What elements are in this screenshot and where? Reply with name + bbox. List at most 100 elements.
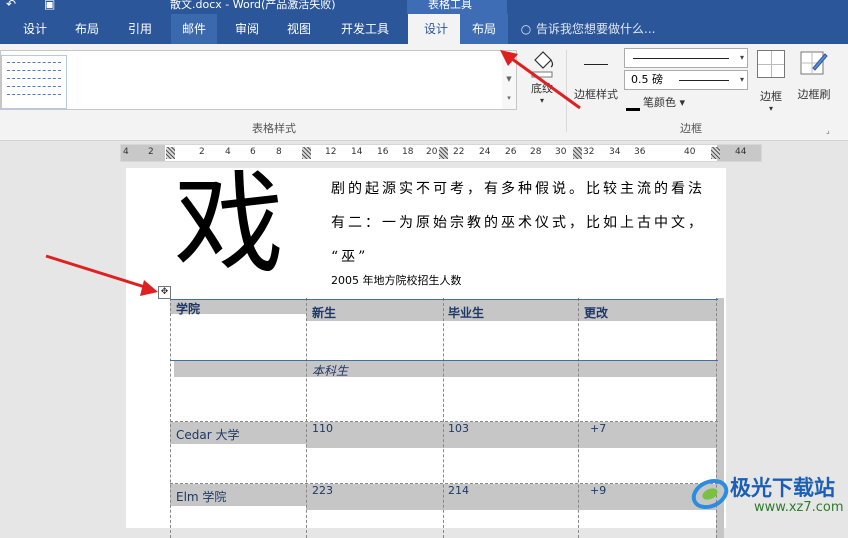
ruler-tick: 4 <box>123 147 129 157</box>
table-border <box>170 299 718 300</box>
column-marker[interactable] <box>439 147 448 159</box>
table-cell[interactable]: 103 <box>448 422 469 435</box>
watermark: 极光下载站 www.xz7.com <box>690 468 848 523</box>
table-header-cell[interactable]: 学院 <box>176 300 200 317</box>
table-border <box>170 360 718 361</box>
table-gridline <box>170 421 718 422</box>
column-marker[interactable] <box>711 147 720 159</box>
tell-me-text: 告诉我您想要做什么... <box>536 22 656 36</box>
tab-review[interactable]: 审阅 <box>224 14 270 44</box>
border-painter-button[interactable]: 边框刷 <box>794 50 834 102</box>
ribbon-panel: ▲ ▼ ▾ 表格样式 底纹 ▾ 边框样式 ▾ 0.5 磅 ▾ 笔颜色 ▾ 边框 … <box>0 44 848 141</box>
table-style-gallery[interactable] <box>0 50 504 110</box>
borders-button[interactable]: 边框 ▾ <box>754 50 788 113</box>
tab-table-layout[interactable]: 布局 <box>460 14 508 44</box>
table-subheader-cell[interactable]: 本科生 <box>312 362 348 379</box>
tab-design[interactable]: 设计 <box>12 14 58 44</box>
drop-cap: 戏 <box>174 160 284 288</box>
scroll-down-icon[interactable]: ▼ <box>502 70 516 89</box>
paint-bucket-icon <box>531 51 554 78</box>
ruler-tick: 14 <box>351 147 363 157</box>
tab-references[interactable]: 引用 <box>117 14 163 44</box>
ruler-tick: 26 <box>505 147 517 157</box>
ruler-tick: 2 <box>199 147 205 157</box>
column-marker[interactable] <box>573 147 582 159</box>
table-style-thumbnail[interactable] <box>1 55 67 109</box>
brush-icon <box>800 51 828 75</box>
shading-button[interactable]: 底纹 ▾ <box>522 50 562 114</box>
pen-color-button[interactable]: 笔颜色 ▾ <box>626 94 685 111</box>
table-cell[interactable]: 223 <box>312 484 333 497</box>
tab-layout[interactable]: 布局 <box>64 14 110 44</box>
tab-table-design[interactable]: 设计 <box>408 14 464 44</box>
ruler-tick: 30 <box>555 147 567 157</box>
thumb-line <box>7 70 61 71</box>
ruler-tick: 44 <box>735 147 747 157</box>
borders-label: 边框 <box>760 90 782 103</box>
table-gridline <box>578 298 579 538</box>
paragraph-line: “巫” <box>331 249 369 265</box>
ribbon-tabs: 设计 布局 引用 邮件 审阅 视图 开发工具 设计 布局 <box>0 14 848 44</box>
tab-mailings[interactable]: 邮件 <box>171 14 218 44</box>
border-styles-button[interactable]: 边框样式 <box>568 50 624 114</box>
undo-icon[interactable]: ↶ <box>6 0 16 11</box>
pen-icon <box>626 96 640 111</box>
ruler-tick: 40 <box>684 147 696 157</box>
tab-developer[interactable]: 开发工具 <box>330 14 400 44</box>
document-page[interactable]: 戏 剧的起源实不可考，有多种假说。比较主流的看法 有二：一为原始宗教的巫术仪式，… <box>126 164 726 538</box>
thumb-line <box>7 62 61 63</box>
line-style-sample <box>633 58 729 59</box>
column-marker[interactable] <box>166 147 175 159</box>
table-gridline <box>170 298 171 538</box>
table-gridline <box>306 298 307 538</box>
column-marker[interactable] <box>302 147 311 159</box>
ruler-tick: 36 <box>634 147 646 157</box>
table-cell[interactable]: Cedar 大学 <box>176 426 239 443</box>
table-cell[interactable]: 214 <box>448 484 469 497</box>
tell-me-search[interactable]: ○ 告诉我您想要做什么... <box>520 14 656 44</box>
table-header-cell[interactable]: 更改 <box>584 304 608 321</box>
thumb-line <box>7 78 61 79</box>
watermark-name: 极光下载站 <box>730 476 835 500</box>
data-table[interactable]: 学院 新生 毕业生 更改 本科生 Cedar 大学 110 103 +7 Elm… <box>170 298 724 538</box>
table-header-cell[interactable]: 毕业生 <box>448 304 484 321</box>
table-header-cell[interactable]: 新生 <box>312 304 336 321</box>
line-weight-sample <box>679 80 729 81</box>
ruler-tick: 20 <box>426 147 438 157</box>
gallery-scroll[interactable]: ▲ ▼ ▾ <box>502 50 517 110</box>
row-shade <box>306 484 716 510</box>
thumb-line <box>7 94 61 95</box>
chevron-down-icon: ▾ <box>739 53 744 62</box>
thumb-line <box>7 86 61 87</box>
table-cell[interactable]: 110 <box>312 422 333 435</box>
table-tools-title: 表格工具 <box>428 0 472 11</box>
chevron-down-icon: ▾ <box>539 96 544 105</box>
table-cell[interactable]: +9 <box>590 484 606 497</box>
ruler-tick: 8 <box>276 147 282 157</box>
scroll-up-icon[interactable]: ▲ <box>502 51 516 70</box>
gallery-more-icon[interactable]: ▾ <box>502 89 516 108</box>
header-shade <box>306 300 716 321</box>
table-caption: 2005 年地方院校招生人数 <box>331 274 462 287</box>
dialog-launcher-icon[interactable]: ⌟ <box>826 126 830 135</box>
print-preview-icon[interactable]: ▣ <box>44 0 55 11</box>
ruler-tick: 28 <box>530 147 542 157</box>
watermark-logo-icon <box>691 478 729 510</box>
ruler-tick: 4 <box>225 147 231 157</box>
table-cell[interactable]: Elm 学院 <box>176 488 226 505</box>
chevron-down-icon: ▾ <box>739 75 744 84</box>
ruler-tick: 16 <box>377 147 389 157</box>
ruler-tick: 22 <box>453 147 465 157</box>
table-cell[interactable]: +7 <box>590 422 606 435</box>
lightbulb-icon: ○ <box>520 22 532 36</box>
tab-view[interactable]: 视图 <box>276 14 322 44</box>
line-style-select[interactable]: ▾ <box>624 48 748 68</box>
ruler-tick: 2 <box>148 147 154 157</box>
line-weight-value: 0.5 磅 <box>631 73 663 86</box>
pen-color-label: 笔颜色 <box>643 96 676 109</box>
line-weight-select[interactable]: 0.5 磅 ▾ <box>624 70 748 90</box>
ruler-tick: 32 <box>583 147 595 157</box>
row-shade <box>306 422 716 448</box>
chevron-down-icon: ▾ <box>768 104 773 113</box>
ruler-tick: 18 <box>402 147 414 157</box>
